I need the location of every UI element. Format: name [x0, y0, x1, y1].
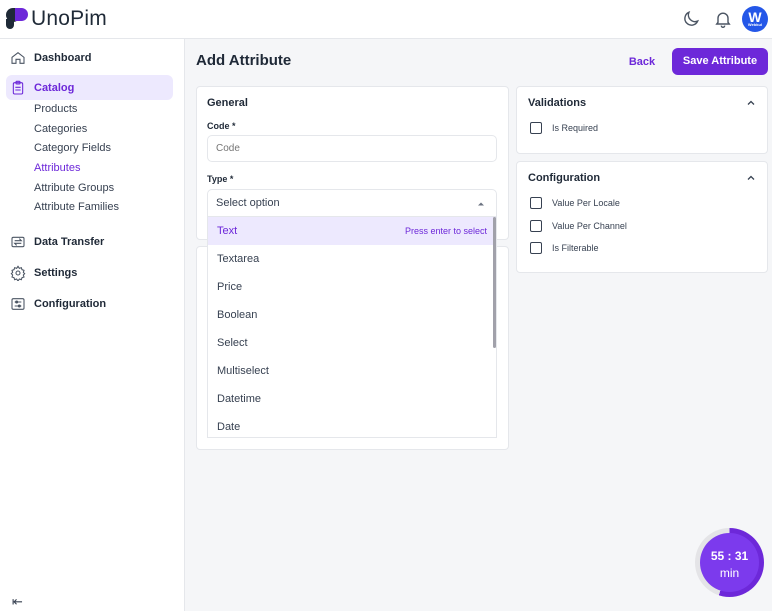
is-required-row[interactable]: Is Required: [530, 122, 598, 134]
logo-mark-icon: [6, 8, 28, 30]
sidebar-item-dashboard[interactable]: Dashboard: [6, 45, 173, 70]
sidebar-item-settings[interactable]: Settings: [6, 260, 173, 285]
caret-up-icon: [478, 202, 484, 206]
sidebar-item-data-transfer[interactable]: Data Transfer: [6, 229, 173, 254]
avatar-sub: Webkul: [747, 22, 763, 27]
code-input[interactable]: [207, 135, 497, 162]
sidebar-sub-categories[interactable]: Categories: [34, 123, 87, 135]
sidebar-sub-attributes[interactable]: Attributes: [34, 162, 80, 174]
timer-widget: 55 : 31 min: [695, 528, 764, 597]
sidebar-item-label: Configuration: [34, 297, 107, 310]
option-label: Text: [217, 225, 238, 237]
value-per-channel-label: Value Per Channel: [552, 221, 627, 231]
user-avatar[interactable]: W Webkul: [742, 6, 768, 32]
timer-unit: min: [719, 566, 740, 580]
validations-title: Validations: [528, 97, 587, 109]
collapse-sidebar-icon[interactable]: ⇤: [12, 594, 23, 610]
sidebar: Dashboard Catalog Products Categories Ca…: [0, 39, 185, 611]
type-select-placeholder: Select option: [216, 197, 280, 209]
type-dropdown: Text Press enter to select Textarea Pric…: [207, 217, 497, 438]
is-filterable-row[interactable]: Is Filterable: [530, 242, 599, 254]
sidebar-item-label: Settings: [34, 266, 78, 279]
is-filterable-label: Is Filterable: [552, 243, 599, 253]
general-title: General: [207, 97, 248, 109]
type-label: Type *: [207, 174, 234, 184]
gear-icon: [10, 264, 26, 281]
value-per-channel-row[interactable]: Value Per Channel: [530, 220, 627, 232]
value-per-locale-label: Value Per Locale: [552, 198, 620, 208]
sidebar-item-catalog[interactable]: Catalog: [6, 75, 173, 100]
unopim-logo[interactable]: UnoPim: [6, 7, 107, 31]
home-icon: [11, 51, 25, 64]
sidebar-item-label: Data Transfer: [34, 235, 105, 248]
timer-time: 55 : 31: [710, 549, 749, 563]
enter-hint: Press enter to select: [404, 226, 487, 236]
page-title: Add Attribute: [196, 52, 292, 69]
back-button[interactable]: Back: [618, 49, 666, 75]
transfer-icon: [11, 236, 25, 247]
is-filterable-checkbox[interactable]: [530, 242, 542, 254]
logo-text: UnoPim: [31, 7, 107, 30]
option-boolean[interactable]: Boolean: [208, 301, 496, 329]
save-attribute-button[interactable]: Save Attribute: [672, 48, 768, 75]
value-per-channel-checkbox[interactable]: [530, 220, 542, 232]
sidebar-sub-attribute-families[interactable]: Attribute Families: [34, 201, 119, 213]
sidebar-item-label: Catalog: [34, 81, 75, 94]
option-text[interactable]: Text Press enter to select: [208, 217, 496, 245]
validations-card: Validations Is Required: [516, 86, 768, 154]
configuration-title: Configuration: [528, 172, 601, 184]
timer-inner: 55 : 31 min: [700, 533, 759, 592]
is-required-label: Is Required: [552, 123, 599, 133]
sidebar-sub-products[interactable]: Products: [34, 103, 77, 115]
sidebar-item-configuration[interactable]: Configuration: [6, 291, 173, 316]
configuration-card: Configuration Value Per Locale Value Per…: [516, 161, 768, 273]
chevron-up-icon[interactable]: [746, 173, 756, 183]
sidebar-sub-attribute-groups[interactable]: Attribute Groups: [34, 182, 114, 194]
sidebar-sub-category-fields[interactable]: Category Fields: [34, 142, 111, 154]
chevron-up-icon[interactable]: [746, 98, 756, 108]
option-date[interactable]: Date: [208, 413, 496, 437]
clipboard-icon: [12, 80, 24, 95]
option-datetime[interactable]: Datetime: [208, 385, 496, 413]
code-label: Code *: [207, 121, 236, 131]
option-multiselect[interactable]: Multiselect: [208, 357, 496, 385]
option-select[interactable]: Select: [208, 329, 496, 357]
bell-icon[interactable]: [713, 9, 733, 29]
option-price[interactable]: Price: [208, 273, 496, 301]
dropdown-scrollbar[interactable]: [493, 217, 496, 348]
value-per-locale-checkbox[interactable]: [530, 197, 542, 209]
sidebar-item-label: Dashboard: [34, 51, 92, 64]
type-select[interactable]: Select option: [207, 189, 497, 217]
is-required-checkbox[interactable]: [530, 122, 542, 134]
value-per-locale-row[interactable]: Value Per Locale: [530, 197, 620, 209]
option-textarea[interactable]: Textarea: [208, 245, 496, 273]
sliders-icon: [11, 297, 25, 310]
moon-icon[interactable]: [681, 9, 701, 29]
top-bar: UnoPim W Webkul: [0, 0, 772, 39]
